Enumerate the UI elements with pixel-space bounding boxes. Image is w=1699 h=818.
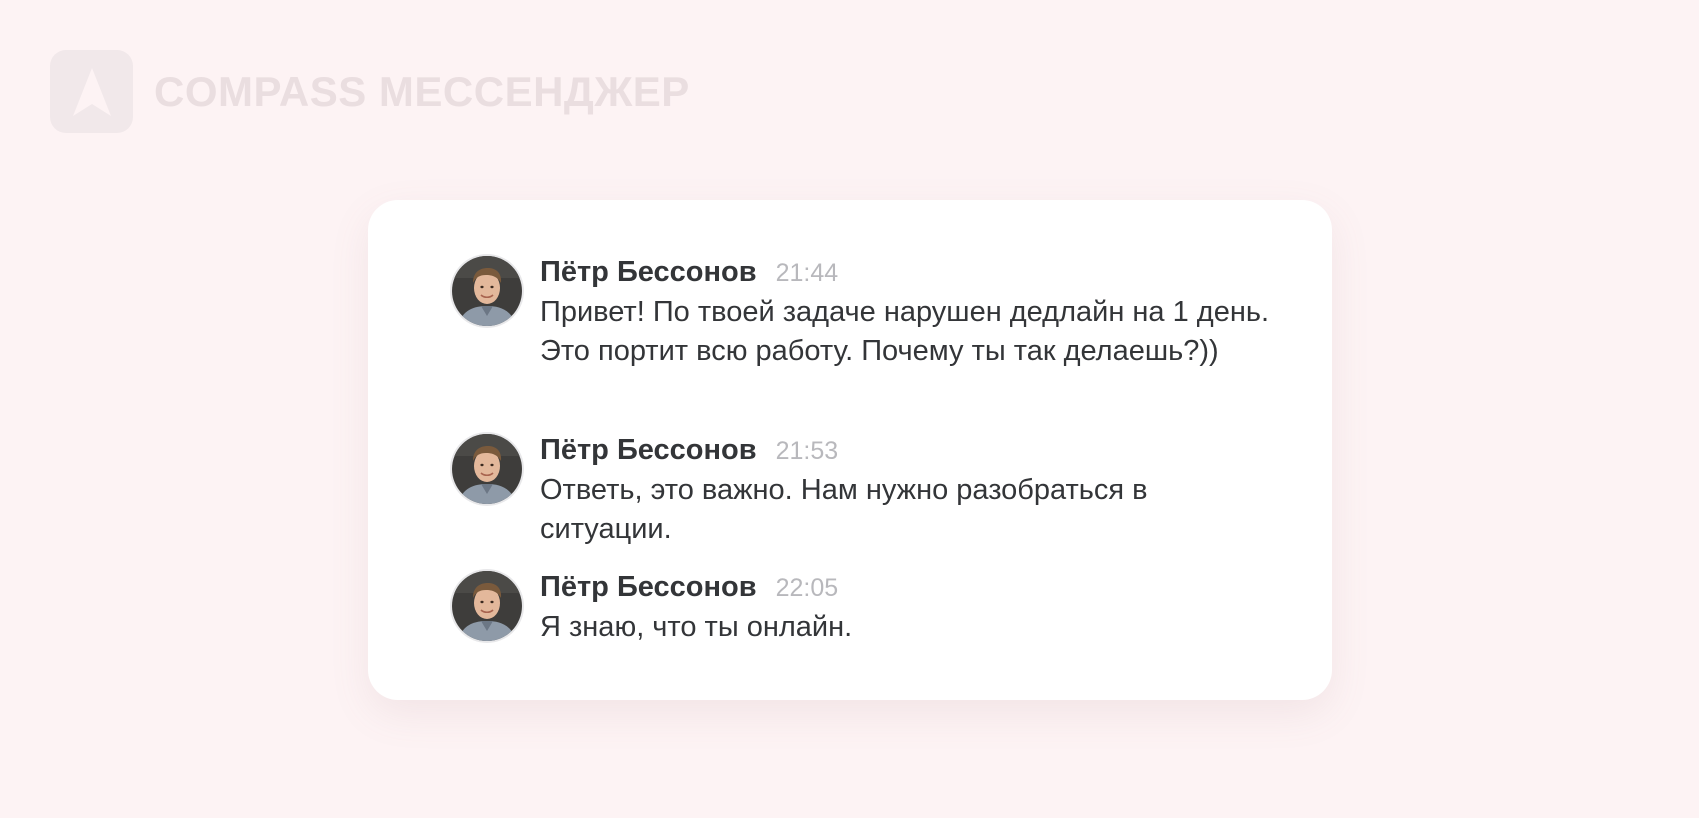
message-item: Пётр Бессонов 21:53 Ответь, это важно. Н… [452,434,1280,549]
user-avatar[interactable] [452,571,522,641]
message-time: 21:53 [775,437,839,465]
user-avatar[interactable] [452,434,522,504]
message-item: Пётр Бессонов 22:05 Я знаю, что ты онлай… [452,571,1280,647]
app-logo: COMPASS МЕССЕНДЖЕР [50,50,690,133]
compass-logo-icon [50,50,133,133]
message-time: 21:44 [775,259,839,287]
message-author[interactable]: Пётр Бессонов [540,434,757,467]
message-text: Я знаю, что ты онлайн. [540,611,853,643]
message-time: 22:05 [775,574,839,602]
message-card: Пётр Бессонов 21:44 Привет! По твоей зад… [368,200,1332,700]
app-name: COMPASS МЕССЕНДЖЕР [154,67,690,115]
message-author[interactable]: Пётр Бессонов [540,256,757,289]
message-author[interactable]: Пётр Бессонов [540,571,757,604]
user-avatar[interactable] [452,256,522,326]
message-text: Ответь, это важно. Нам нужно разобраться… [540,474,1148,545]
message-item: Пётр Бессонов 21:44 Привет! По твоей зад… [452,256,1280,371]
message-text: Привет! По твоей задаче нарушен дедлайн … [540,296,1270,367]
